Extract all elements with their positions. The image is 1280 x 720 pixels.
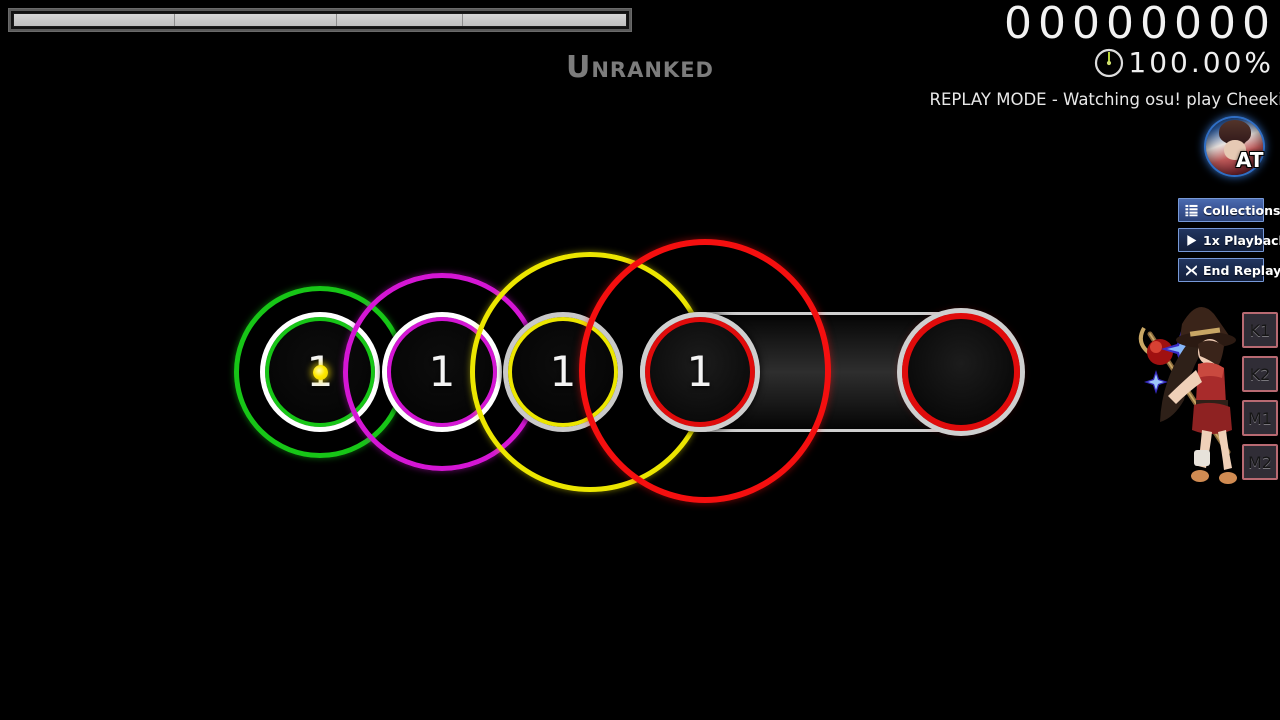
key-overlay: K1 K2 M1 M2 [1242,312,1278,480]
approach-circle [470,252,710,492]
health-bar [8,8,632,32]
end-replay-label: End Replay [1203,262,1280,278]
collections-button[interactable]: Collections [1178,198,1280,222]
collections-button-label: Collections [1203,202,1280,218]
health-segment [14,14,176,26]
combo-number: 1 [306,347,334,396]
key-box-k1: K1 [1242,312,1278,348]
approach-circle [234,286,406,458]
health-segment [336,14,463,26]
approach-circle [343,273,541,471]
key-label: M1 [1248,408,1272,428]
approach-circle [579,239,831,503]
health-segment [462,14,626,26]
combo-number: 1 [549,347,577,396]
slider-head-circle: 1 [640,312,760,432]
list-icon [1185,204,1198,216]
accuracy-value: 100.00% [1128,46,1274,79]
play-icon [1187,234,1197,246]
playback-speed-label: 1x Playback [1203,232,1280,248]
key-label: K2 [1249,364,1271,384]
player-avatar: AT [1206,118,1264,175]
replay-mode-text: REPLAY MODE - Watching osu! play Cheeki … [929,90,1280,109]
hit-circle: 1 [503,312,623,432]
key-box-m1: M1 [1242,400,1278,436]
accuracy-display: 100.00% [1093,46,1274,79]
skin-character-art [1132,300,1244,515]
key-label: M2 [1248,452,1272,472]
cursor [313,365,328,380]
hit-circle: 1 [382,312,502,432]
slider-body [640,312,1024,432]
clock-icon [1095,48,1124,77]
key-box-k2: K2 [1242,356,1278,392]
ranked-status-label: Unranked [566,50,714,85]
slider-tail-circle [902,313,1020,431]
playback-speed-button[interactable]: 1x Playback [1178,228,1280,252]
close-icon [1185,264,1198,276]
health-segment [175,14,337,26]
health-bar-fill [11,11,629,29]
end-replay-button[interactable]: End Replay [1178,258,1280,282]
hit-circle: 1 [260,312,380,432]
score-counter: 00000000 [1004,0,1276,49]
key-label: K1 [1249,320,1271,340]
combo-number: 1 [428,347,456,396]
mod-badge-auto: AT [1236,148,1264,172]
key-box-m2: M2 [1242,444,1278,480]
combo-number: 1 [686,347,714,396]
replay-controls: Collections 1x Playback End Replay [1178,198,1280,282]
